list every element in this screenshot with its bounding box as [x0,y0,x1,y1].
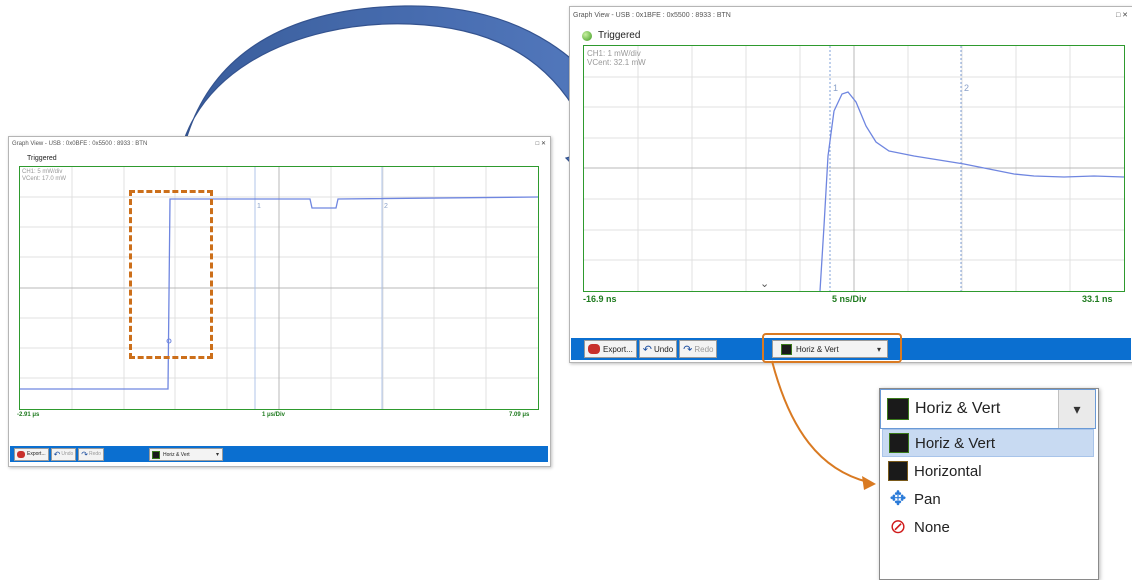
small-cursor2-label[interactable]: 2 [384,203,388,210]
large-x-center: 5 ns/Div [832,294,867,304]
small-cursor1-label[interactable]: 1 [257,203,261,210]
redo-icon: ↷ [683,343,693,356]
large-ch-scale: CH1: 1 mW/div [587,49,641,58]
small-status-label: Triggered [27,155,57,162]
small-x-center: 1 μs/Div [262,412,286,418]
horizontal-icon [888,461,908,481]
undo-icon: ↶ [642,343,653,356]
small-status: Triggered [15,155,57,162]
zoom-option-none-label: None [914,518,950,536]
small-zoom-mode-value: Horiz & Vert [163,451,190,458]
small-undo-label: Undo [61,451,74,457]
svg-text:⌄: ⌄ [760,277,769,290]
zoom-option-none[interactable]: ⊘ None [882,513,1094,541]
large-status: Triggered [582,30,640,41]
large-undo-label: Undo [654,344,674,354]
export-icon [17,450,25,458]
pan-icon: ✥ [889,488,907,510]
zoom-option-horiz-vert[interactable]: Horiz & Vert [882,429,1094,457]
zoom-option-pan[interactable]: ✥ Pan [882,485,1094,513]
large-window-controls[interactable]: □ ✕ [1116,7,1128,25]
large-export-label: Export... [603,344,633,354]
triggered-indicator-icon [582,30,592,41]
horiz-vert-icon [889,433,909,453]
small-plot-area[interactable]: CH1: 5 mW/div VCent: 17.0 mW 1 2 [19,166,539,410]
large-redo-label: Redo [694,344,714,354]
export-icon [588,344,600,354]
large-plot-svg: ⌄ [584,46,1124,291]
small-window-title: Graph View - USB : 0x0BFE : 0x5500 : 893… [12,141,148,147]
small-x-left: -2.91 μs [17,412,40,418]
horiz-vert-icon [152,450,160,459]
small-ch-vcent: VCent: 17.0 mW [22,175,67,182]
small-toolbar: Export... ↶ Undo ↷ Redo Horiz & Vert ▾ [10,446,548,462]
small-zoom-mode-select[interactable]: Horiz & Vert ▾ [149,448,223,461]
chevron-down-icon: ▾ [215,452,219,458]
redo-icon: ↷ [81,449,88,459]
zoom-mode-dropdown: Horiz & Vert ▾ Horiz & Vert Horizontal ✥… [879,388,1099,580]
large-graph-window: Graph View - USB : 0x1BFE : 0x5500 : 893… [569,6,1132,363]
large-ch-vcent: VCent: 32.1 mW [587,58,646,68]
large-window-title: Graph View - USB : 0x1BFE : 0x5500 : 893… [573,12,731,19]
large-cursor2-label[interactable]: 2 [964,83,969,93]
large-cursor1-label[interactable]: 1 [833,83,838,93]
large-status-label: Triggered [598,30,641,41]
horiz-vert-icon [887,398,909,420]
zoom-mode-dropdown-selected: Horiz & Vert [915,400,1001,417]
zoom-option-horizontal[interactable]: Horizontal [882,457,1094,485]
large-plot-area[interactable]: ⌄ CH1: 1 mW/div VCent: 32.1 mW 1 2 [583,45,1125,292]
small-window-controls[interactable]: □ ✕ [536,137,546,151]
zoom-option-horiz-vert-label: Horiz & Vert [915,434,996,452]
large-ch-info: CH1: 1 mW/div VCent: 32.1 mW [587,49,646,67]
small-graph-window: Graph View - USB : 0x0BFE : 0x5500 : 893… [8,136,551,467]
small-plot-svg [20,167,538,409]
small-ch-scale: CH1: 5 mW/div [22,169,63,175]
large-undo-button[interactable]: ↶ Undo [638,340,678,358]
zoom-select-highlight [762,333,902,363]
small-x-right: 7.09 μs [509,412,530,418]
zoom-option-horizontal-label: Horizontal [914,462,982,480]
zoom-option-pan-label: Pan [914,490,941,508]
zoom-mode-dropdown-header[interactable]: Horiz & Vert ▾ [880,389,1096,429]
large-window-titlebar: Graph View - USB : 0x1BFE : 0x5500 : 893… [570,7,1132,25]
small-export-button[interactable]: Export... [14,447,49,461]
undo-icon: ↶ [53,449,61,459]
zoom-selection-box [129,190,213,359]
large-redo-button[interactable]: ↷ Redo [679,340,718,358]
large-x-left: -16.9 ns [583,294,617,304]
small-window-titlebar: Graph View - USB : 0x0BFE : 0x5500 : 893… [9,137,550,151]
small-redo-label: Redo [88,451,101,457]
large-export-button[interactable]: Export... [584,340,637,358]
chevron-down-icon[interactable]: ▾ [1058,390,1095,428]
small-redo-button[interactable]: ↷ Redo [78,447,104,461]
small-export-label: Export... [27,451,46,457]
small-ch-info: CH1: 5 mW/div VCent: 17.0 mW [22,169,66,183]
small-undo-button[interactable]: ↶ Undo [50,447,77,461]
none-icon: ⊘ [889,516,907,538]
large-x-right: 33.1 ns [1082,294,1113,304]
